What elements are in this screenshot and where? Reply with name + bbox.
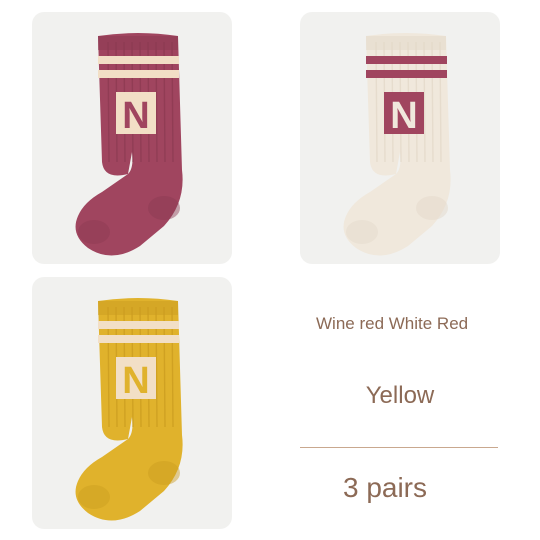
pairs-count-label: 3 pairs [342, 472, 428, 503]
cuff [98, 301, 178, 315]
yellow-sock-image: N [32, 277, 232, 529]
sock: N [75, 33, 183, 256]
heel-shade [148, 461, 180, 485]
stripe-bottom [98, 335, 179, 343]
stripe-top [366, 56, 447, 64]
divider [300, 447, 498, 448]
toe-shade [346, 220, 378, 244]
stripe-top [98, 56, 179, 64]
heel-shade [148, 196, 180, 220]
yellow-sock-illustration: N [75, 298, 183, 521]
sock-letter: N [122, 95, 149, 137]
wine-red-sock-image: N [32, 12, 232, 264]
toe-shade [78, 220, 110, 244]
cuff [98, 36, 178, 50]
sock-letter: N [390, 95, 417, 137]
yellow-label: Yellow [365, 382, 435, 409]
sock: N [343, 33, 451, 256]
stripe-bottom [98, 70, 179, 78]
heel-shade [416, 196, 448, 220]
white-sock-image: N [300, 12, 500, 264]
white-sock-illustration: N [343, 33, 451, 256]
cuff [366, 36, 446, 50]
toe-shade [78, 485, 110, 509]
stripe-top [98, 321, 179, 329]
wine-red-sock-illustration: N [75, 33, 183, 256]
sock-letter: N [122, 360, 149, 402]
color-options-label: Wine red White Red [316, 314, 469, 333]
stripe-bottom [366, 70, 447, 78]
sock: N [75, 298, 183, 521]
